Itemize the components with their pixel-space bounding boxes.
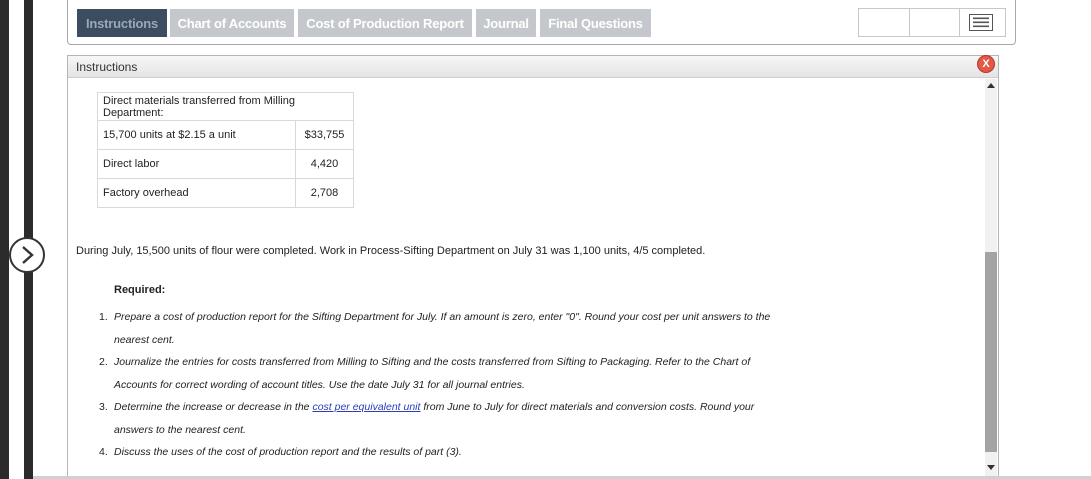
tab-final-questions[interactable]: Final Questions <box>540 9 651 37</box>
table-cell-amount: 2,708 <box>295 178 354 208</box>
list-item: 2. Journalize the entries for costs tran… <box>99 351 799 396</box>
list-number: 3. <box>99 401 108 413</box>
list-number: 2. <box>99 356 108 368</box>
table-row: Direct materials transferred from Millin… <box>97 92 354 121</box>
requirement-text: from June to July for direct materials a… <box>420 401 755 413</box>
panel-title: Instructions <box>76 60 138 74</box>
chevron-right-icon <box>22 246 34 264</box>
glossary-link[interactable]: cost per equivalent unit <box>312 401 420 413</box>
requirement-text: Prepare a cost of production report for … <box>114 311 771 323</box>
requirement-text: Journalize the entries for costs transfe… <box>114 356 751 368</box>
table-row: 15,700 units at $2.15 a unit $33,755 <box>97 120 354 150</box>
table-cell-amount: $33,755 <box>295 120 354 150</box>
scroll-down-arrow-icon[interactable] <box>987 465 995 470</box>
rail-bar <box>0 0 9 479</box>
utility-toolbar <box>858 8 1006 37</box>
app-root: Instructions Chart of Accounts Cost of P… <box>0 0 1091 479</box>
list-item: 4. Discuss the uses of the cost of produ… <box>99 441 799 464</box>
requirement-text: Accounts for correct wording of account … <box>114 378 525 391</box>
list-number: 4. <box>99 446 108 458</box>
close-icon: X <box>982 58 990 70</box>
table-row: Factory overhead 2,708 <box>97 178 354 208</box>
table-header-cell: Direct materials transferred from Millin… <box>97 92 354 121</box>
panel-header: Instructions <box>68 56 998 78</box>
menu-button[interactable] <box>969 14 993 31</box>
table-cell-label: Direct labor <box>97 149 296 179</box>
next-nav-button[interactable] <box>9 237 45 273</box>
cost-table: Direct materials transferred from Millin… <box>97 92 354 208</box>
table-cell-label: Factory overhead <box>97 178 296 208</box>
toolbar-divider <box>959 9 960 36</box>
table-cell-label: 15,700 units at $2.15 a unit <box>97 120 296 150</box>
list-number: 1. <box>99 311 108 323</box>
list-item: 1. Prepare a cost of production report f… <box>99 306 799 351</box>
toolbar-divider <box>909 9 910 36</box>
requirement-text: Discuss the uses of the cost of producti… <box>114 446 462 458</box>
problem-paragraph: During July, 15,500 units of flour were … <box>76 245 706 257</box>
tab-instructions[interactable]: Instructions <box>77 9 167 37</box>
requirements-list: 1. Prepare a cost of production report f… <box>99 306 799 464</box>
requirement-text: nearest cent. <box>114 333 175 346</box>
tab-chart-of-accounts[interactable]: Chart of Accounts <box>170 9 294 37</box>
table-row: Direct labor 4,420 <box>97 149 354 179</box>
close-panel-button[interactable]: X <box>977 55 995 73</box>
scroll-thumb[interactable] <box>985 252 997 452</box>
tab-journal[interactable]: Journal <box>476 9 536 37</box>
scroll-up-arrow-icon[interactable] <box>987 83 995 88</box>
requirement-text: Determine the increase or decrease in th… <box>114 401 313 413</box>
table-cell-amount: 4,420 <box>295 149 354 179</box>
menu-icon <box>969 14 993 31</box>
list-item: 3. Determine the increase or decrease in… <box>99 396 799 441</box>
vertical-scrollbar[interactable] <box>985 79 997 477</box>
required-heading: Required: <box>114 284 166 296</box>
tab-cost-of-production-report[interactable]: Cost of Production Report <box>298 9 472 37</box>
requirement-text: answers to the nearest cent. <box>114 423 246 436</box>
